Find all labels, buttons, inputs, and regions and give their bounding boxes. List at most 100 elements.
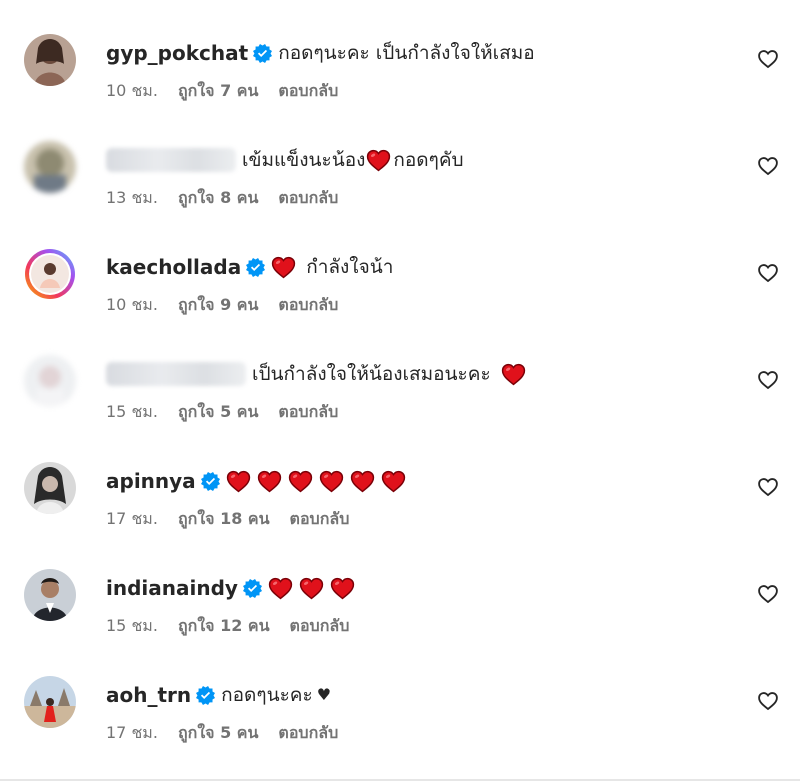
comment-time[interactable]: 15 ชม. bbox=[106, 400, 158, 425]
avatar-photo-icon bbox=[24, 462, 76, 514]
comment-item: kaechollada กำลังใจน้า 10 ชม. ถูกใจ 9 คน… bbox=[0, 248, 800, 348]
like-count[interactable]: ถูกใจ 9 คน bbox=[178, 293, 258, 318]
comment-item: gyp_pokchat กอดๆนะคะ เป็นกำลังใจให้เสมอ … bbox=[0, 34, 800, 134]
like-count[interactable]: ถูกใจ 5 คน bbox=[178, 400, 258, 425]
comment-meta: 15 ชม. ถูกใจ 5 คน ตอบกลับ bbox=[106, 399, 358, 425]
comment-item: indianaindy 15 ชม. ถูกใจ 12 คน ตอบกลับ bbox=[0, 569, 800, 669]
reply-button[interactable]: ตอบกลับ bbox=[290, 614, 350, 639]
avatar-photo-icon bbox=[24, 34, 76, 86]
like-button[interactable] bbox=[757, 370, 779, 390]
reply-button[interactable]: ตอบกลับ bbox=[278, 293, 338, 318]
reply-button[interactable]: ตอบกลับ bbox=[278, 186, 338, 211]
avatar[interactable] bbox=[24, 141, 76, 193]
heart-outline-icon bbox=[757, 156, 779, 176]
comment-body: kaechollada กำลังใจน้า bbox=[106, 250, 720, 284]
red-heart-emoji-icon bbox=[226, 470, 251, 493]
comment-text: กำลังใจน้า bbox=[306, 255, 394, 278]
blurred-username[interactable] bbox=[106, 362, 246, 386]
avatar-photo-icon bbox=[24, 676, 76, 728]
heart-outline-icon bbox=[757, 49, 779, 69]
comment-item: เข้มแข็งนะน้อง กอดๆคับ 13 ชม. ถูกใจ 8 คน… bbox=[0, 141, 800, 241]
comment-time[interactable]: 17 ชม. bbox=[106, 507, 158, 532]
red-heart-emoji-icon bbox=[366, 149, 391, 172]
comment-meta: 10 ชม. ถูกใจ 9 คน ตอบกลับ bbox=[106, 292, 358, 318]
verified-badge-icon bbox=[201, 472, 220, 491]
heart-outline-icon bbox=[757, 691, 779, 711]
comment-text: กอดๆนะคะ เป็นกำลังใจให้เสมอ bbox=[278, 41, 535, 64]
red-heart-emoji-icon bbox=[271, 256, 296, 279]
like-count[interactable]: ถูกใจ 18 คน bbox=[178, 507, 270, 532]
avatar[interactable] bbox=[24, 34, 76, 86]
red-heart-emoji-icon bbox=[501, 363, 526, 386]
heart-emoji-group bbox=[268, 577, 361, 600]
comment-text: กอดๆนะคะ bbox=[221, 683, 313, 706]
username[interactable]: gyp_pokchat bbox=[106, 43, 248, 63]
reply-button[interactable]: ตอบกลับ bbox=[278, 721, 338, 746]
comment-time[interactable]: 10 ชม. bbox=[106, 293, 158, 318]
comment-meta: 15 ชม. ถูกใจ 12 คน ตอบกลับ bbox=[106, 613, 369, 639]
username[interactable]: kaechollada bbox=[106, 257, 241, 277]
red-heart-emoji-icon bbox=[288, 470, 313, 493]
like-count[interactable]: ถูกใจ 12 คน bbox=[178, 614, 270, 639]
reply-button[interactable]: ตอบกลับ bbox=[290, 507, 350, 532]
like-count[interactable]: ถูกใจ 7 คน bbox=[178, 79, 258, 104]
comment-meta: 17 ชม. ถูกใจ 5 คน ตอบกลับ bbox=[106, 720, 358, 746]
red-heart-emoji-icon bbox=[381, 470, 406, 493]
comment-time[interactable]: 13 ชม. bbox=[106, 186, 158, 211]
red-heart-emoji-icon bbox=[257, 470, 282, 493]
comment-body: gyp_pokchat กอดๆนะคะ เป็นกำลังใจให้เสมอ bbox=[106, 36, 720, 70]
comment-body: apinnya bbox=[106, 464, 720, 498]
blurred-username[interactable] bbox=[106, 148, 236, 172]
like-button[interactable] bbox=[757, 49, 779, 69]
comment-text-after: กอดๆคับ bbox=[393, 148, 464, 171]
red-heart-emoji-icon bbox=[268, 577, 293, 600]
avatar[interactable] bbox=[24, 676, 76, 728]
like-count[interactable]: ถูกใจ 8 คน bbox=[178, 186, 258, 211]
username[interactable]: apinnya bbox=[106, 471, 196, 491]
heart-outline-icon bbox=[757, 584, 779, 604]
like-button[interactable] bbox=[757, 691, 779, 711]
username[interactable]: indianaindy bbox=[106, 578, 238, 598]
verified-badge-icon bbox=[253, 44, 272, 63]
verified-badge-icon bbox=[196, 686, 215, 705]
comment-meta: 17 ชม. ถูกใจ 18 คน ตอบกลับ bbox=[106, 506, 369, 532]
comment-text: เป็นกำลังใจให้น้องเสมอนะคะ bbox=[252, 362, 491, 385]
comment-body: aoh_trn กอดๆนะคะ ♥ bbox=[106, 678, 720, 712]
like-button[interactable] bbox=[757, 584, 779, 604]
heart-outline-icon bbox=[757, 263, 779, 283]
like-button[interactable] bbox=[757, 156, 779, 176]
heart-outline-icon bbox=[757, 477, 779, 497]
comments-list: gyp_pokchat กอดๆนะคะ เป็นกำลังใจให้เสมอ … bbox=[0, 0, 800, 781]
red-heart-emoji-icon bbox=[330, 577, 355, 600]
comment-item: aoh_trn กอดๆนะคะ ♥ 17 ชม. ถูกใจ 5 คน ตอบ… bbox=[0, 676, 800, 776]
like-button[interactable] bbox=[757, 477, 779, 497]
reply-button[interactable]: ตอบกลับ bbox=[278, 79, 338, 104]
comment-text: เข้มแข็งนะน้อง bbox=[242, 148, 366, 171]
red-heart-emoji-icon bbox=[299, 577, 324, 600]
comment-body: เข้มแข็งนะน้อง กอดๆคับ bbox=[106, 143, 720, 177]
comment-time[interactable]: 10 ชม. bbox=[106, 79, 158, 104]
heart-outline-icon bbox=[757, 370, 779, 390]
comment-body: เป็นกำลังใจให้น้องเสมอนะคะ bbox=[106, 357, 720, 391]
username[interactable]: aoh_trn bbox=[106, 685, 191, 705]
avatar[interactable] bbox=[24, 569, 76, 621]
verified-badge-icon bbox=[243, 579, 262, 598]
red-heart-emoji-icon bbox=[350, 470, 375, 493]
comment-meta: 10 ชม. ถูกใจ 7 คน ตอบกลับ bbox=[106, 78, 358, 104]
avatar[interactable] bbox=[24, 248, 76, 300]
reply-button[interactable]: ตอบกลับ bbox=[278, 400, 338, 425]
avatar-photo-icon bbox=[24, 569, 76, 621]
like-count[interactable]: ถูกใจ 5 คน bbox=[178, 721, 258, 746]
story-ring-avatar-icon bbox=[25, 249, 75, 299]
blurred-avatar-icon bbox=[24, 141, 76, 193]
red-heart-emoji-icon bbox=[319, 470, 344, 493]
comment-meta: 13 ชม. ถูกใจ 8 คน ตอบกลับ bbox=[106, 185, 358, 211]
comment-time[interactable]: 15 ชม. bbox=[106, 614, 158, 639]
avatar[interactable] bbox=[24, 355, 76, 407]
like-button[interactable] bbox=[757, 263, 779, 283]
avatar[interactable] bbox=[24, 462, 76, 514]
heart-emoji-group bbox=[226, 470, 412, 493]
comment-item: apinnya 17 ชม. ถูกใจ 18 คน ตอบกลับ bbox=[0, 462, 800, 562]
black-heart-icon: ♥ bbox=[316, 685, 332, 704]
comment-time[interactable]: 17 ชม. bbox=[106, 721, 158, 746]
